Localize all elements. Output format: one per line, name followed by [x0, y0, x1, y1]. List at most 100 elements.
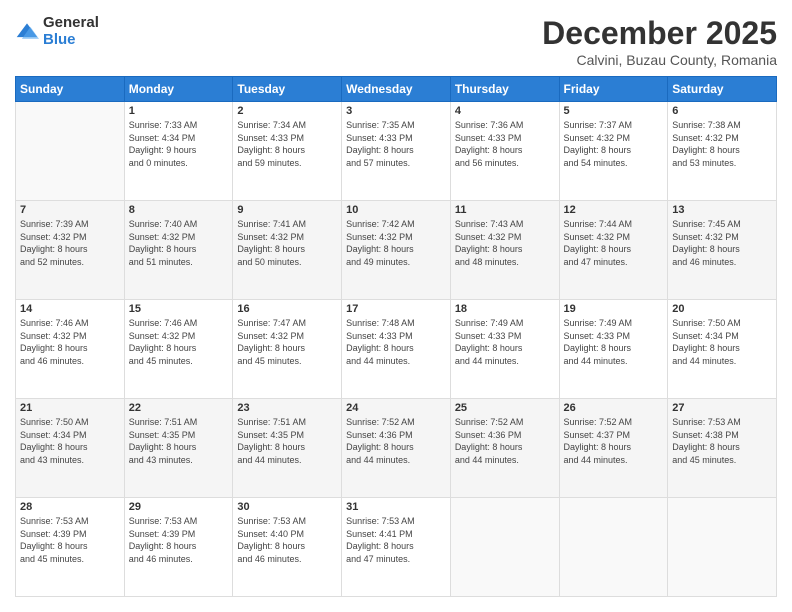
subtitle: Calvini, Buzau County, Romania	[542, 52, 777, 68]
logo-text: General Blue	[43, 15, 99, 48]
table-row: 7 Sunrise: 7:39 AM Sunset: 4:32 PM Daylig…	[16, 201, 125, 300]
table-row: 31 Sunrise: 7:53 AM Sunset: 4:41 PM Dayli…	[342, 498, 451, 597]
day-number: 8	[129, 204, 229, 216]
table-row: 12Sunrise: 7:44 AM Sunset: 4:32 PM Dayli…	[559, 201, 668, 300]
col-saturday: Saturday	[668, 77, 777, 102]
day-number: 7	[20, 204, 120, 216]
table-row: 5 Sunrise: 7:37 AM Sunset: 4:32 PM Daylig…	[559, 102, 668, 201]
table-row: 22Sunrise: 7:51 AM Sunset: 4:35 PM Dayli…	[124, 399, 233, 498]
table-row: 15 Sunrise: 7:46 AM Sunset: 4:32 PM Dayli…	[124, 300, 233, 399]
day-number: 4	[455, 105, 555, 117]
col-friday: Friday	[559, 77, 668, 102]
day-number: 2	[237, 105, 337, 117]
table-row: 6 Sunrise: 7:38 AM Sunset: 4:32 PM Daylig…	[668, 102, 777, 201]
col-wednesday: Wednesday	[342, 77, 451, 102]
table-row: 30 Sunrise: 7:53 AM Sunset: 4:40 PM Dayli…	[233, 498, 342, 597]
day-number: 23	[237, 402, 337, 414]
day-info: Sunrise: 7:53 AM Sunset: 4:39 PM Dayligh…	[129, 515, 229, 565]
table-row: 8 Sunrise: 7:40 AM Sunset: 4:32 PM Daylig…	[124, 201, 233, 300]
day-number: 11	[455, 204, 555, 216]
day-info: Sunrise: 7:41 AM Sunset: 4:32 PM Dayligh…	[237, 218, 337, 268]
table-row: 3Sunrise: 7:35 AM Sunset: 4:33 PM Daylig…	[342, 102, 451, 201]
table-row: 27 Sunrise: 7:53 AM Sunset: 4:38 PM Dayli…	[668, 399, 777, 498]
day-number: 19	[564, 303, 664, 315]
calendar-table: Sunday Monday Tuesday Wednesday Thursday…	[15, 76, 777, 597]
day-info: Sunrise: 7:39 AM Sunset: 4:32 PM Dayligh…	[20, 218, 120, 268]
day-number: 28	[20, 501, 120, 513]
page: General Blue December 2025 Calvini, Buza…	[0, 0, 792, 612]
calendar-header-row: Sunday Monday Tuesday Wednesday Thursday…	[16, 77, 777, 102]
day-info: Sunrise: 7:40 AM Sunset: 4:32 PM Dayligh…	[129, 218, 229, 268]
day-number: 10	[346, 204, 446, 216]
day-info: Sunrise: 7:51 AM Sunset: 4:35 PM Dayligh…	[237, 416, 337, 466]
day-number: 13	[672, 204, 772, 216]
day-number: 25	[455, 402, 555, 414]
day-info: Sunrise: 7:34 AM Sunset: 4:33 PM Dayligh…	[237, 119, 337, 169]
logo-general: General	[43, 15, 99, 32]
table-row: 28 Sunrise: 7:53 AM Sunset: 4:39 PM Dayli…	[16, 498, 125, 597]
day-info: Sunrise: 7:48 AM Sunset: 4:33 PM Dayligh…	[346, 317, 446, 367]
day-number: 30	[237, 501, 337, 513]
day-number: 16	[237, 303, 337, 315]
day-info: Sunrise: 7:50 AM Sunset: 4:34 PM Dayligh…	[672, 317, 772, 367]
col-thursday: Thursday	[450, 77, 559, 102]
table-row: 11 Sunrise: 7:43 AM Sunset: 4:32 PM Dayli…	[450, 201, 559, 300]
day-number: 18	[455, 303, 555, 315]
day-info: Sunrise: 7:46 AM Sunset: 4:32 PM Dayligh…	[129, 317, 229, 367]
table-row: 9 Sunrise: 7:41 AM Sunset: 4:32 PM Daylig…	[233, 201, 342, 300]
table-row: 13 Sunrise: 7:45 AM Sunset: 4:32 PM Dayli…	[668, 201, 777, 300]
calendar-week-row: 1Sunrise: 7:33 AM Sunset: 4:34 PM Daylig…	[16, 102, 777, 201]
day-info: Sunrise: 7:53 AM Sunset: 4:41 PM Dayligh…	[346, 515, 446, 565]
table-row: 10 Sunrise: 7:42 AM Sunset: 4:32 PM Dayli…	[342, 201, 451, 300]
day-number: 20	[672, 303, 772, 315]
title-block: December 2025 Calvini, Buzau County, Rom…	[542, 15, 777, 68]
day-number: 14	[20, 303, 120, 315]
main-title: December 2025	[542, 15, 777, 52]
day-info: Sunrise: 7:53 AM Sunset: 4:40 PM Dayligh…	[237, 515, 337, 565]
day-info: Sunrise: 7:42 AM Sunset: 4:32 PM Dayligh…	[346, 218, 446, 268]
table-row: 29 Sunrise: 7:53 AM Sunset: 4:39 PM Dayli…	[124, 498, 233, 597]
table-row	[450, 498, 559, 597]
day-info: Sunrise: 7:37 AM Sunset: 4:32 PM Dayligh…	[564, 119, 664, 169]
calendar-week-row: 28 Sunrise: 7:53 AM Sunset: 4:39 PM Dayli…	[16, 498, 777, 597]
day-number: 6	[672, 105, 772, 117]
table-row: 23 Sunrise: 7:51 AM Sunset: 4:35 PM Dayli…	[233, 399, 342, 498]
day-info: Sunrise: 7:45 AM Sunset: 4:32 PM Dayligh…	[672, 218, 772, 268]
day-info: Sunrise: 7:38 AM Sunset: 4:32 PM Dayligh…	[672, 119, 772, 169]
day-number: 5	[564, 105, 664, 117]
day-info: Sunrise: 7:49 AM Sunset: 4:33 PM Dayligh…	[455, 317, 555, 367]
table-row: 2 Sunrise: 7:34 AM Sunset: 4:33 PM Daylig…	[233, 102, 342, 201]
table-row: 26Sunrise: 7:52 AM Sunset: 4:37 PM Dayli…	[559, 399, 668, 498]
day-info: Sunrise: 7:51 AM Sunset: 4:35 PM Dayligh…	[129, 416, 229, 466]
logo-icon	[15, 20, 39, 44]
day-info: Sunrise: 7:52 AM Sunset: 4:36 PM Dayligh…	[346, 416, 446, 466]
logo-blue: Blue	[43, 32, 99, 49]
day-number: 27	[672, 402, 772, 414]
calendar-week-row: 7 Sunrise: 7:39 AM Sunset: 4:32 PM Daylig…	[16, 201, 777, 300]
calendar-week-row: 21Sunrise: 7:50 AM Sunset: 4:34 PM Dayli…	[16, 399, 777, 498]
calendar-week-row: 14 Sunrise: 7:46 AM Sunset: 4:32 PM Dayli…	[16, 300, 777, 399]
day-number: 31	[346, 501, 446, 513]
table-row: 19 Sunrise: 7:49 AM Sunset: 4:33 PM Dayli…	[559, 300, 668, 399]
day-number: 15	[129, 303, 229, 315]
logo: General Blue	[15, 15, 99, 48]
day-info: Sunrise: 7:53 AM Sunset: 4:38 PM Dayligh…	[672, 416, 772, 466]
day-info: Sunrise: 7:35 AM Sunset: 4:33 PM Dayligh…	[346, 119, 446, 169]
day-info: Sunrise: 7:43 AM Sunset: 4:32 PM Dayligh…	[455, 218, 555, 268]
day-number: 12	[564, 204, 664, 216]
day-info: Sunrise: 7:49 AM Sunset: 4:33 PM Dayligh…	[564, 317, 664, 367]
table-row: 14Sunrise: 7:46 AM Sunset: 4:32 PM Dayli…	[16, 300, 125, 399]
day-info: Sunrise: 7:52 AM Sunset: 4:36 PM Dayligh…	[455, 416, 555, 466]
day-info: Sunrise: 7:33 AM Sunset: 4:34 PM Dayligh…	[129, 119, 229, 169]
day-info: Sunrise: 7:52 AM Sunset: 4:37 PM Dayligh…	[564, 416, 664, 466]
col-sunday: Sunday	[16, 77, 125, 102]
day-info: Sunrise: 7:36 AM Sunset: 4:33 PM Dayligh…	[455, 119, 555, 169]
day-info: Sunrise: 7:53 AM Sunset: 4:39 PM Dayligh…	[20, 515, 120, 565]
day-number: 17	[346, 303, 446, 315]
col-monday: Monday	[124, 77, 233, 102]
day-number: 9	[237, 204, 337, 216]
day-info: Sunrise: 7:50 AM Sunset: 4:34 PM Dayligh…	[20, 416, 120, 466]
day-number: 29	[129, 501, 229, 513]
col-tuesday: Tuesday	[233, 77, 342, 102]
day-info: Sunrise: 7:47 AM Sunset: 4:32 PM Dayligh…	[237, 317, 337, 367]
